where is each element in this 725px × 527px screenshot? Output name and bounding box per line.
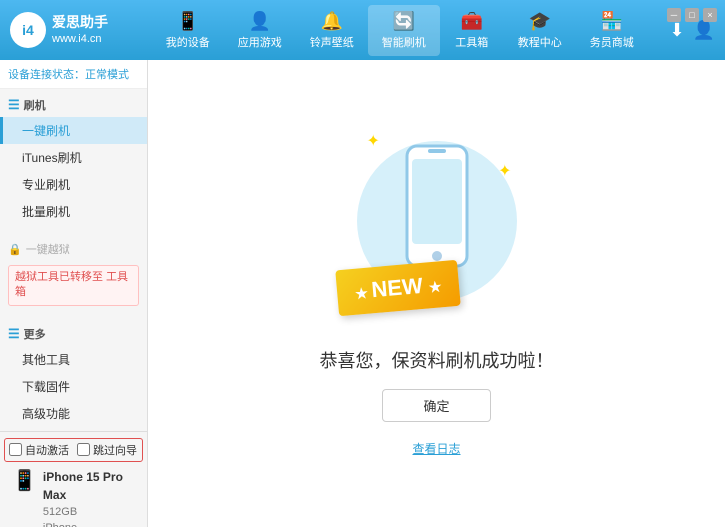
device-details: iPhone 15 Pro Max 512GB iPhone: [43, 468, 135, 527]
sidebar-item-batch-flash[interactable]: 批量刷机: [0, 198, 147, 225]
view-log-link[interactable]: 查看日志: [412, 440, 460, 457]
connection-status: 设备连接状态：正常模式: [0, 60, 147, 89]
success-illustration: ✦ ✦ ✦ NEW 恭喜您，保资料刷机: [320, 131, 554, 457]
nav-tab-ringtone[interactable]: 🔔 铃声壁纸: [296, 5, 368, 56]
jailbreak-warning: 越狱工具已转移至 工具箱: [8, 265, 139, 306]
sidebar-item-itunes-flash[interactable]: iTunes刷机: [0, 144, 147, 171]
sidebar-item-download-firmware[interactable]: 下载固件: [0, 373, 147, 400]
auto-row: 自动激活 跳过向导: [4, 438, 143, 462]
content-area: ✦ ✦ ✦ NEW 恭喜您，保资料刷机: [148, 60, 725, 527]
sidebar-item-advanced[interactable]: 高级功能: [0, 400, 147, 427]
sparkle-icon-2: ✦: [498, 161, 511, 181]
device-icon: 📱: [12, 468, 37, 493]
smart-flash-icon: 🔄: [393, 11, 415, 32]
sparkle-icon-1: ✦: [367, 131, 380, 151]
confirm-button[interactable]: 确定: [382, 389, 490, 422]
sidebar-item-one-click-flash[interactable]: 一键刷机: [0, 117, 147, 144]
account-button[interactable]: 👤: [693, 20, 715, 41]
nav-tab-tutorial[interactable]: 🎓 教程中心: [504, 5, 576, 56]
app-header: i4 爱思助手 www.i4.cn 📱 我的设备 👤 应用游戏 🔔 铃声壁纸 🔄: [0, 0, 725, 60]
jailbreak-disabled: 🔒 一键越狱: [0, 237, 147, 261]
ringtone-icon: 🔔: [321, 11, 343, 32]
nav-tab-merchant[interactable]: 🏪 务员商城: [576, 5, 648, 56]
skip-guide-checkbox[interactable]: [77, 443, 90, 456]
lock-icon: 🔒: [8, 243, 22, 256]
close-button[interactable]: ×: [703, 8, 717, 22]
logo-text: 爱思助手 www.i4.cn: [52, 13, 108, 48]
merchant-icon: 🏪: [601, 11, 623, 32]
skip-guide-checkbox-label[interactable]: 跳过向导: [77, 442, 137, 458]
sidebar-item-pro-flash[interactable]: 专业刷机: [0, 171, 147, 198]
auto-activate-checkbox-label[interactable]: 自动激活: [9, 442, 69, 458]
phone-container: ✦ ✦ ✦ NEW: [347, 131, 527, 331]
flash-section: ☰ 刷机 一键刷机 iTunes刷机 专业刷机 批量刷机: [0, 89, 147, 229]
more-group-icon: ☰: [8, 326, 20, 342]
sidebar-item-other-tools[interactable]: 其他工具: [0, 346, 147, 373]
minimize-button[interactable]: ─: [667, 8, 681, 22]
maximize-button[interactable]: □: [685, 8, 699, 22]
auto-activate-checkbox[interactable]: [9, 443, 22, 456]
flash-group-label: ☰ 刷机: [0, 93, 147, 117]
download-button[interactable]: ⬇: [669, 20, 684, 41]
phone-svg: [402, 141, 472, 271]
sidebar-bottom: 自动激活 跳过向导 📱 iPhone 15 Pro Max 512GB iPho…: [0, 431, 147, 527]
toolbox-icon: 🧰: [461, 11, 483, 32]
my-device-icon: 📱: [177, 11, 199, 32]
more-section: ☰ 更多 其他工具 下载固件 高级功能: [0, 318, 147, 431]
nav-tab-smart-flash[interactable]: 🔄 智能刷机: [368, 5, 440, 56]
logo-area: i4 爱思助手 www.i4.cn: [10, 12, 130, 48]
nav-tabs: 📱 我的设备 👤 应用游戏 🔔 铃声壁纸 🔄 智能刷机 🧰 工具箱 🎓: [130, 5, 669, 56]
header-right: ⬇ 👤: [669, 20, 715, 41]
device-info: 📱 iPhone 15 Pro Max 512GB iPhone: [4, 462, 143, 527]
nav-tab-my-device[interactable]: 📱 我的设备: [152, 5, 224, 56]
sidebar: 设备连接状态：正常模式 ☰ 刷机 一键刷机 iTunes刷机 专业刷机 批量刷机: [0, 60, 148, 527]
flash-group-icon: ☰: [8, 97, 20, 113]
apps-icon: 👤: [249, 11, 271, 32]
nav-tab-apps[interactable]: 👤 应用游戏: [224, 5, 296, 56]
tutorial-icon: 🎓: [529, 11, 551, 32]
logo-icon: i4: [10, 12, 46, 48]
success-text: 恭喜您，保资料刷机成功啦！: [320, 347, 554, 373]
main-content: 设备连接状态：正常模式 ☰ 刷机 一键刷机 iTunes刷机 专业刷机 批量刷机: [0, 60, 725, 527]
more-group-label: ☰ 更多: [0, 322, 147, 346]
new-badge: NEW: [335, 259, 461, 315]
nav-tab-toolbox[interactable]: 🧰 工具箱: [440, 5, 504, 56]
